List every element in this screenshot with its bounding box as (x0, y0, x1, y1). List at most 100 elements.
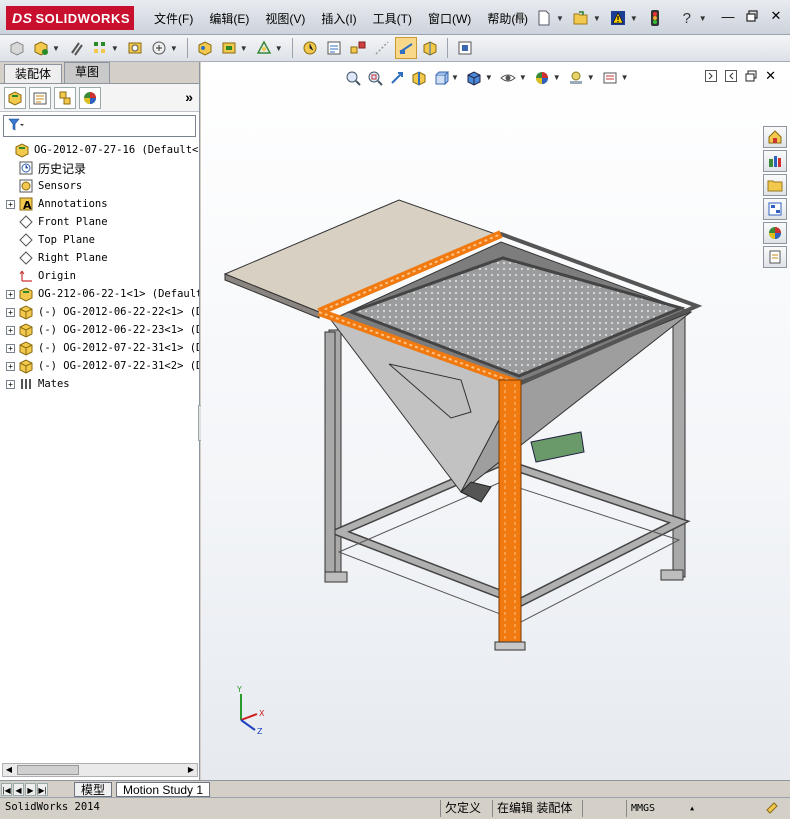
open-folder-icon[interactable] (571, 8, 591, 28)
menu-window[interactable]: 窗口(W) (420, 10, 479, 28)
chevron-down-icon[interactable]: ▼ (556, 14, 564, 23)
menu-tools[interactable]: 工具(T) (365, 10, 420, 28)
show-hidden-icon[interactable] (194, 37, 216, 59)
traffic-light-icon[interactable] (645, 8, 665, 28)
scrollbar-thumb[interactable] (17, 765, 79, 775)
window-controls: — ✕ (720, 8, 784, 24)
move-component-icon[interactable] (148, 37, 170, 59)
filter-icon[interactable] (8, 118, 24, 135)
chevron-down-icon[interactable]: ▼ (630, 14, 638, 23)
expand-icon[interactable]: + (6, 199, 15, 209)
tree-item[interactable]: + A Annotations (0, 195, 199, 213)
svg-text:A: A (23, 199, 32, 212)
tree-item[interactable]: + (-) OG-2012-06-22-22<1> (D (0, 303, 199, 321)
assembly-features-icon[interactable] (218, 37, 240, 59)
propertymanager-icon[interactable] (29, 86, 51, 109)
horizontal-scrollbar[interactable]: ◀ ▶ (2, 763, 198, 777)
scroll-left-icon[interactable]: ◀ (3, 764, 15, 776)
expand-icon[interactable]: + (6, 379, 15, 389)
tree-item[interactable]: + (-) OG-2012-07-22-31<1> (D (0, 339, 199, 357)
plane-icon (18, 250, 34, 266)
tree-item[interactable]: + OG-212-06-22-1<1> (Default (0, 285, 199, 303)
solidworks-logo[interactable]: DS SOLIDWORKS (6, 6, 134, 30)
custom-properties-icon[interactable] (763, 246, 787, 268)
view-palette-icon[interactable] (763, 198, 787, 220)
options-icon[interactable] (454, 37, 476, 59)
mate-icon[interactable] (65, 37, 87, 59)
tree-filter[interactable] (3, 115, 196, 137)
scroll-right-icon[interactable]: ▶ (185, 764, 197, 776)
minimize-icon[interactable]: — (720, 8, 736, 24)
smart-fasteners-icon[interactable] (124, 37, 146, 59)
chevron-down-icon[interactable]: ▼ (111, 44, 119, 53)
solidworks-resources-icon[interactable] (763, 126, 787, 148)
assembly-component-icon[interactable] (6, 37, 28, 59)
exploded-view-icon[interactable] (347, 37, 369, 59)
instant3d-icon[interactable] (419, 37, 441, 59)
configurationmanager-icon[interactable] (54, 86, 76, 109)
bill-of-materials-icon[interactable] (323, 37, 345, 59)
first-tab-icon[interactable]: |◀ (1, 782, 12, 796)
tree-item[interactable]: Origin (0, 267, 199, 285)
tree-item[interactable]: + Mates (0, 375, 199, 393)
menu-insert[interactable]: 插入(I) (313, 10, 364, 28)
chevron-down-icon[interactable]: ▼ (52, 44, 60, 53)
explode-line-icon[interactable] (371, 37, 393, 59)
reference-geometry-icon[interactable] (253, 37, 275, 59)
tab-assembly[interactable]: 装配体 (4, 64, 63, 83)
displaymanager-icon[interactable] (79, 86, 101, 109)
linear-pattern-icon[interactable] (89, 37, 111, 59)
tree-item[interactable]: 历史记录 (0, 159, 199, 177)
tree-item[interactable]: + (-) OG-2012-06-22-23<1> (D (0, 321, 199, 339)
featuremanager-icon[interactable] (4, 86, 26, 109)
hopper-assembly-model[interactable] (201, 62, 790, 780)
units-caret-icon[interactable]: ▴ (689, 803, 695, 814)
menu-edit[interactable]: 编辑(E) (201, 10, 257, 28)
expand-icon[interactable]: + (6, 361, 15, 371)
chevron-down-icon[interactable]: ▼ (699, 14, 707, 23)
units-selector[interactable]: MMGS ▴ (626, 800, 699, 817)
menu-view[interactable]: 视图(V) (257, 10, 313, 28)
last-tab-icon[interactable]: ▶| (37, 782, 48, 796)
new-motion-study-icon[interactable] (299, 37, 321, 59)
part-icon (18, 322, 34, 338)
tree-item[interactable]: Sensors (0, 177, 199, 195)
interference-icon[interactable] (394, 37, 417, 59)
app-logo-text: SOLIDWORKS (35, 10, 131, 26)
prev-tab-icon[interactable]: ◀ (13, 782, 24, 796)
chevron-down-icon[interactable]: ▼ (240, 44, 248, 53)
tree-item[interactable]: Front Plane (0, 213, 199, 231)
pushpin-icon[interactable] (510, 8, 530, 28)
graphics-area[interactable]: ▼ ▼ ▼ ▼ ▼ ▼ ✕ Y X Z (201, 62, 790, 780)
tree-item[interactable]: Top Plane (0, 231, 199, 249)
more-tabs-button[interactable]: » (185, 89, 193, 105)
close-icon[interactable]: ✕ (768, 8, 784, 24)
tab-model[interactable]: 模型 (74, 781, 113, 797)
tab-sketch[interactable]: 草图 (64, 62, 111, 83)
warning-icon[interactable] (608, 8, 628, 28)
restore-icon[interactable] (744, 8, 760, 24)
tree-root-assembly[interactable]: OG-2012-07-27-16 (Default<Di (0, 141, 199, 159)
insert-component-icon[interactable] (30, 37, 52, 59)
appearances-icon[interactable] (763, 222, 787, 244)
rebuild-status-icon[interactable] (760, 800, 784, 817)
chevron-down-icon[interactable]: ▼ (593, 14, 601, 23)
chevron-down-icon[interactable]: ▼ (275, 44, 283, 53)
new-document-icon[interactable] (534, 8, 554, 28)
chevron-down-icon[interactable]: ▼ (170, 44, 178, 53)
next-tab-icon[interactable]: ▶ (25, 782, 36, 796)
tab-motion-study[interactable]: Motion Study 1 (116, 781, 211, 797)
help-icon[interactable]: ? (677, 8, 697, 28)
tree-item[interactable]: Right Plane (0, 249, 199, 267)
subassembly-icon (18, 286, 34, 302)
design-library-icon[interactable] (763, 150, 787, 172)
history-icon (18, 160, 34, 176)
expand-icon[interactable]: + (6, 343, 15, 353)
part-icon (18, 340, 34, 356)
expand-icon[interactable]: + (6, 289, 15, 299)
file-explorer-icon[interactable] (763, 174, 787, 196)
menu-file[interactable]: 文件(F) (146, 10, 201, 28)
expand-icon[interactable]: + (6, 307, 15, 317)
expand-icon[interactable]: + (6, 325, 15, 335)
tree-item[interactable]: + (-) OG-2012-07-22-31<2> (D (0, 357, 199, 375)
